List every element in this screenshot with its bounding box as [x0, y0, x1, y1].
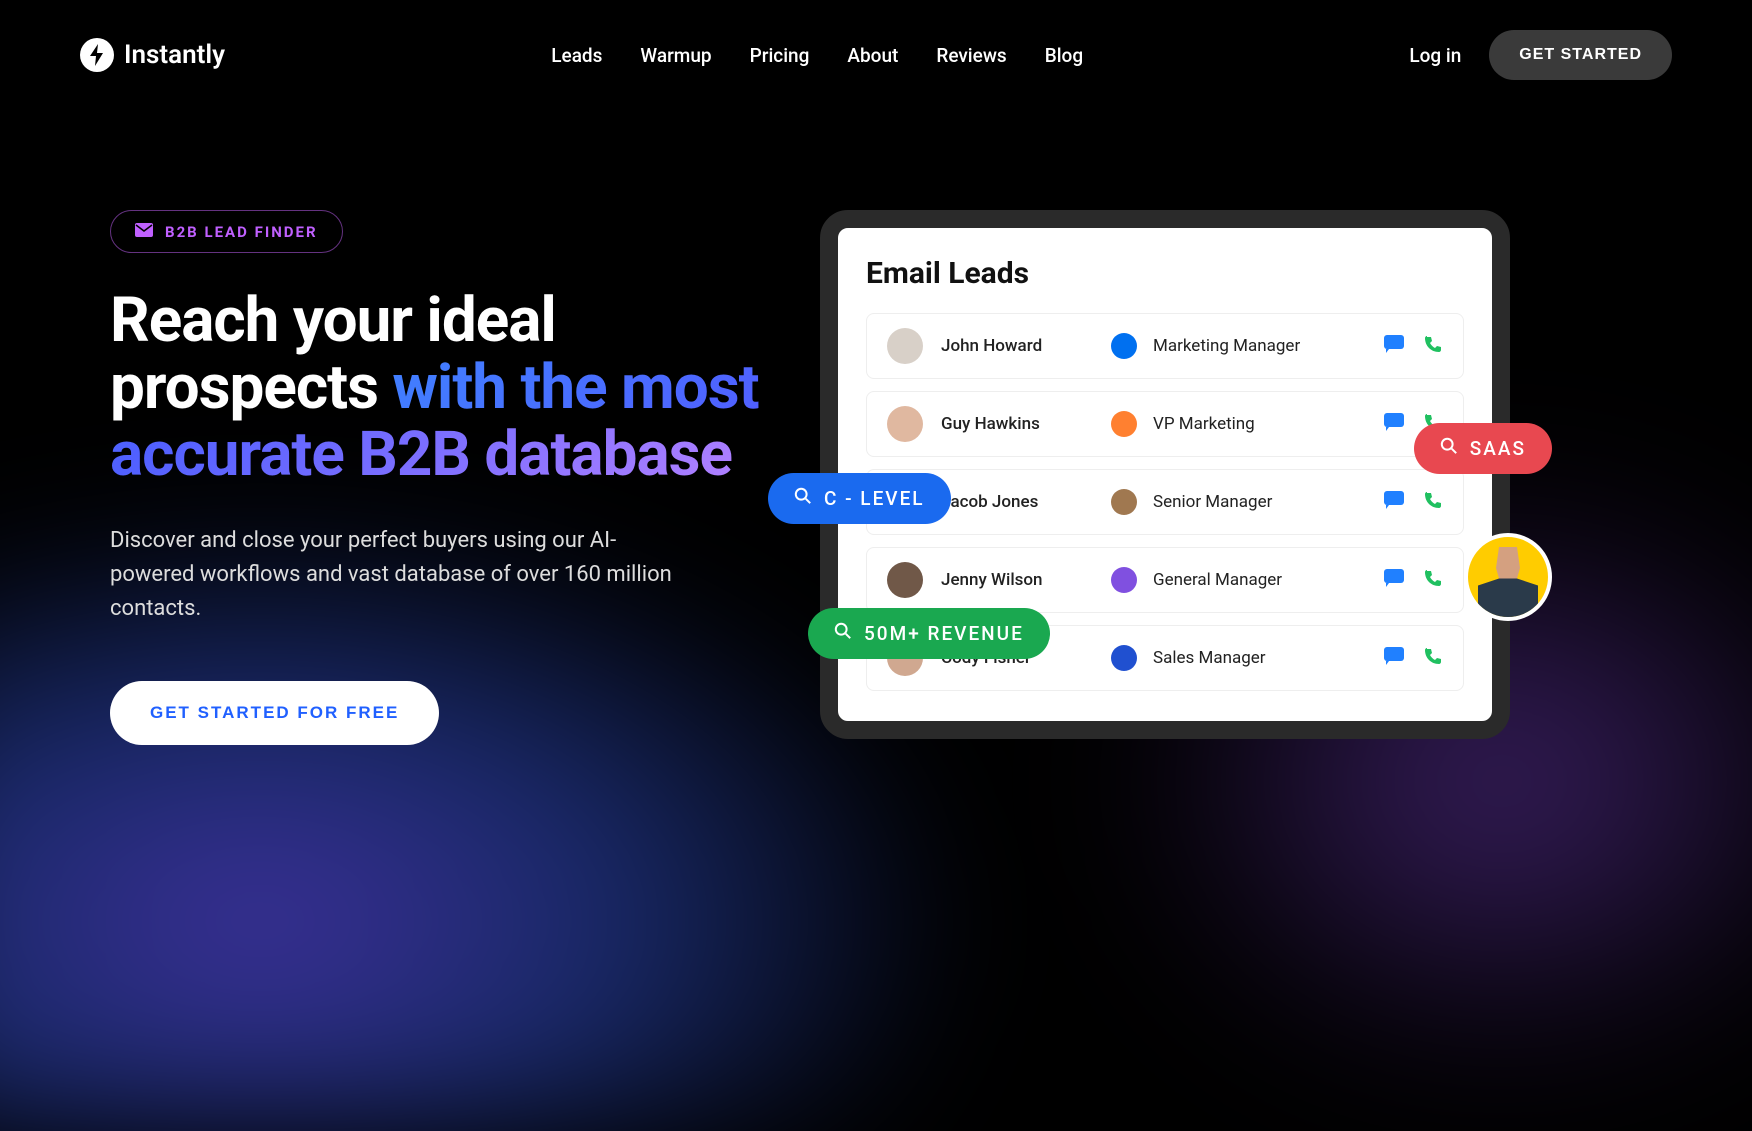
lead-name: John Howard [941, 336, 1111, 356]
phone-icon[interactable] [1423, 490, 1443, 514]
company-icon [1111, 645, 1137, 671]
nav-pricing[interactable]: Pricing [750, 44, 810, 67]
badge-text: B2B LEAD FINDER [165, 223, 318, 241]
company-icon [1111, 411, 1137, 437]
brand-name: Instantly [124, 40, 225, 70]
mail-icon [135, 222, 153, 241]
filter-pill-revenue[interactable]: 50M+ REVENUE [808, 608, 1050, 659]
chat-icon[interactable] [1383, 412, 1405, 436]
company-icon [1111, 567, 1137, 593]
lead-row[interactable]: Jacob Jones Senior Manager [866, 469, 1464, 535]
chat-icon[interactable] [1383, 334, 1405, 358]
avatar [887, 406, 923, 442]
search-icon [794, 487, 812, 510]
filter-pill-clevel[interactable]: C - LEVEL [768, 473, 951, 524]
logo[interactable]: Instantly [80, 38, 225, 72]
lead-row[interactable]: Guy Hawkins VP Marketing [866, 391, 1464, 457]
search-icon [834, 622, 852, 645]
chat-icon[interactable] [1383, 490, 1405, 514]
nav-leads[interactable]: Leads [551, 44, 602, 67]
avatar [887, 328, 923, 364]
lead-title: General Manager [1153, 570, 1383, 590]
phone-icon[interactable] [1423, 646, 1443, 670]
lead-name: Jacob Jones [941, 492, 1111, 512]
nav-reviews[interactable]: Reviews [936, 44, 1006, 67]
card-title: Email Leads [866, 256, 1464, 291]
headline: Reach your ideal prospects with the most… [110, 288, 760, 489]
login-link[interactable]: Log in [1409, 44, 1461, 67]
nav-blog[interactable]: Blog [1045, 44, 1083, 67]
company-icon [1111, 333, 1137, 359]
filter-pill-saas[interactable]: SAAS [1414, 423, 1552, 474]
lead-row[interactable]: John Howard Marketing Manager [866, 313, 1464, 379]
main-nav: Leads Warmup Pricing About Reviews Blog [551, 44, 1083, 67]
chat-icon[interactable] [1383, 568, 1405, 592]
lead-title: Marketing Manager [1153, 336, 1383, 356]
nav-about[interactable]: About [847, 44, 898, 67]
lead-title: VP Marketing [1153, 414, 1383, 434]
lead-title: Sales Manager [1153, 648, 1383, 668]
search-icon [1440, 437, 1458, 460]
leads-card: Email Leads John Howard Marketing Manage… [820, 210, 1510, 739]
category-badge: B2B LEAD FINDER [110, 210, 343, 253]
nav-warmup[interactable]: Warmup [640, 44, 711, 67]
subtext: Discover and close your perfect buyers u… [110, 524, 690, 626]
phone-icon[interactable] [1423, 334, 1443, 358]
hero-section: B2B LEAD FINDER Reach your ideal prospec… [0, 110, 1752, 745]
header-actions: Log in GET STARTED [1409, 30, 1672, 80]
featured-avatar [1464, 533, 1552, 621]
bolt-icon [80, 38, 114, 72]
cta-button[interactable]: GET STARTED FOR FREE [110, 681, 439, 745]
lead-name: Jenny Wilson [941, 570, 1111, 590]
header: Instantly Leads Warmup Pricing About Rev… [0, 0, 1752, 110]
get-started-button[interactable]: GET STARTED [1489, 30, 1672, 80]
chat-icon[interactable] [1383, 646, 1405, 670]
lead-name: Guy Hawkins [941, 414, 1111, 434]
avatar [887, 562, 923, 598]
lead-title: Senior Manager [1153, 492, 1383, 512]
company-icon [1111, 489, 1137, 515]
lead-row[interactable]: Jenny Wilson General Manager [866, 547, 1464, 613]
phone-icon[interactable] [1423, 568, 1443, 592]
